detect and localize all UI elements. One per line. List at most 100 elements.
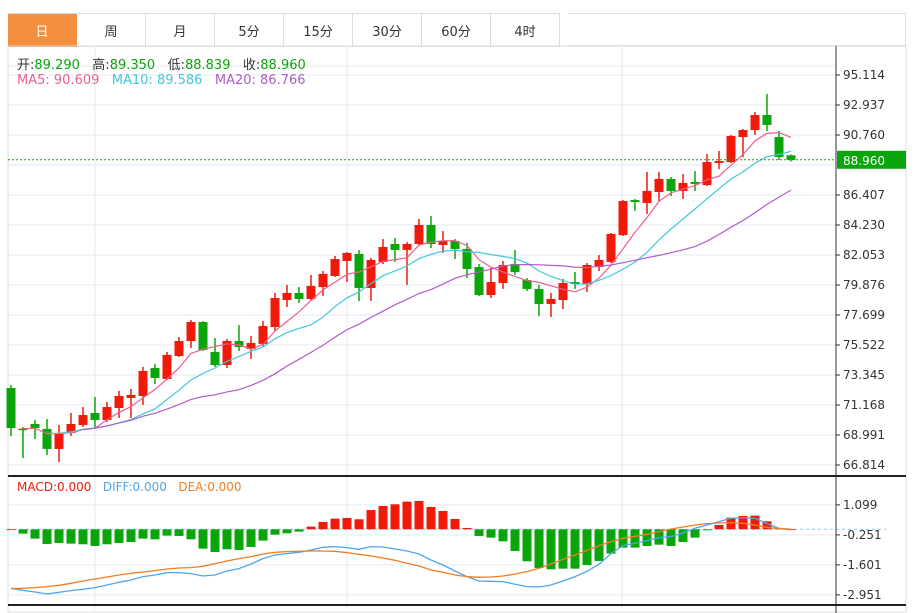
ma5-value: MA5: 90.609: [17, 73, 100, 88]
candle-body: [654, 178, 664, 193]
candle: [630, 198, 640, 211]
macd-bar: [102, 529, 112, 545]
ma20-line: [82, 189, 792, 430]
candle-body: [378, 247, 388, 262]
candle: [738, 128, 748, 158]
candle-body: [750, 115, 760, 131]
candle: [138, 366, 148, 405]
price-tick-label: 66.814: [843, 458, 885, 472]
macd-bar: [54, 529, 64, 543]
candle: [42, 419, 52, 455]
macd-bar: [426, 506, 436, 530]
candle-body: [414, 224, 424, 245]
price-tick-label: 95.114: [843, 68, 885, 82]
candle-body: [546, 298, 556, 304]
candle-body: [714, 161, 724, 163]
candle-body: [54, 432, 64, 449]
diff-value: DIFF:0.000: [102, 480, 167, 494]
macd-bar: [6, 529, 16, 531]
candle-body: [270, 298, 280, 327]
candle-body: [402, 244, 412, 250]
candle: [198, 321, 208, 351]
candle-body: [390, 244, 400, 250]
macd-bar: [630, 529, 640, 548]
candle-body: [294, 292, 304, 299]
ohlc-readout: 开:89.290 高:89.350 低:88.839 收:88.960: [17, 54, 306, 73]
price-tick-label: 90.760: [843, 128, 885, 142]
macd-bar: [414, 500, 424, 530]
candle-body: [174, 341, 184, 357]
macd-bar: [222, 529, 232, 550]
price-tick-label: 71.168: [843, 398, 885, 412]
macd-bar: [186, 529, 196, 540]
candle-body: [786, 155, 796, 160]
macd-bar: [126, 529, 136, 542]
macd-bar: [330, 518, 340, 530]
candle: [210, 337, 220, 367]
macd-bar: [294, 529, 304, 532]
macd-bar: [642, 529, 652, 546]
candle-body: [762, 115, 772, 125]
candle: [690, 170, 700, 191]
macd-bar: [174, 529, 184, 536]
candle: [606, 232, 616, 264]
high-value: 89.350: [109, 58, 156, 73]
macd-bar: [534, 529, 544, 568]
candle-body: [138, 370, 148, 397]
macd-bar: [498, 529, 508, 542]
macd-bar: [438, 510, 448, 530]
price-tick-label: 86.407: [843, 188, 885, 202]
macd-bar: [198, 529, 208, 549]
current-price-label: 88.960: [843, 154, 885, 168]
candle: [486, 267, 496, 299]
macd-bar: [558, 529, 568, 569]
macd-bar: [18, 529, 28, 534]
price-tick-label: 68.991: [843, 428, 885, 442]
macd-bar: [402, 501, 412, 530]
candle-body: [150, 368, 160, 378]
candle-body: [6, 388, 16, 428]
candle: [642, 171, 652, 214]
macd-bar: [702, 529, 712, 531]
close-label: 收:: [242, 58, 261, 73]
candle-body: [726, 135, 736, 163]
macd-readout: MACD:0.000 DIFF:0.000 DEA:0.000: [17, 480, 242, 494]
macd-bar: [582, 529, 592, 565]
candle-body: [318, 273, 328, 288]
macd-bar: [318, 521, 328, 530]
macd-bar: [90, 529, 100, 546]
macd-bar: [522, 529, 532, 562]
candle: [750, 111, 760, 136]
macd-bar: [282, 529, 292, 534]
macd-bar: [354, 519, 364, 530]
candle: [378, 239, 388, 264]
macd-tick-label: -2.951: [843, 588, 882, 602]
macd-bar: [690, 529, 700, 538]
candle: [438, 231, 448, 253]
candle: [462, 243, 472, 279]
macd-value: MACD:0.000: [17, 480, 92, 494]
candle: [78, 407, 88, 428]
candle: [90, 396, 100, 428]
candle-body: [282, 292, 292, 300]
low-label: 低:: [167, 58, 185, 73]
kline-chart[interactable]: 1.099 -0.251 -1.601 -2.951 95.114 92.937 90.7…: [0, 0, 915, 613]
price-tick-label: 75.522: [843, 338, 885, 352]
high-label: 高:: [92, 58, 110, 73]
candle: [270, 292, 280, 331]
candle: [18, 427, 28, 459]
macd-bar: [462, 527, 472, 530]
candle-body: [642, 190, 652, 203]
candle: [594, 255, 604, 272]
candle: [534, 284, 544, 316]
macd-bar: [114, 529, 124, 543]
macd-bar: [66, 529, 76, 544]
candlesticks: [6, 93, 796, 463]
candle-body: [630, 200, 640, 202]
candle: [570, 271, 580, 289]
macd-bar: [234, 529, 244, 550]
candle: [366, 257, 376, 301]
candle: [282, 284, 292, 307]
candle-body: [666, 178, 676, 191]
candle-body: [30, 423, 40, 428]
